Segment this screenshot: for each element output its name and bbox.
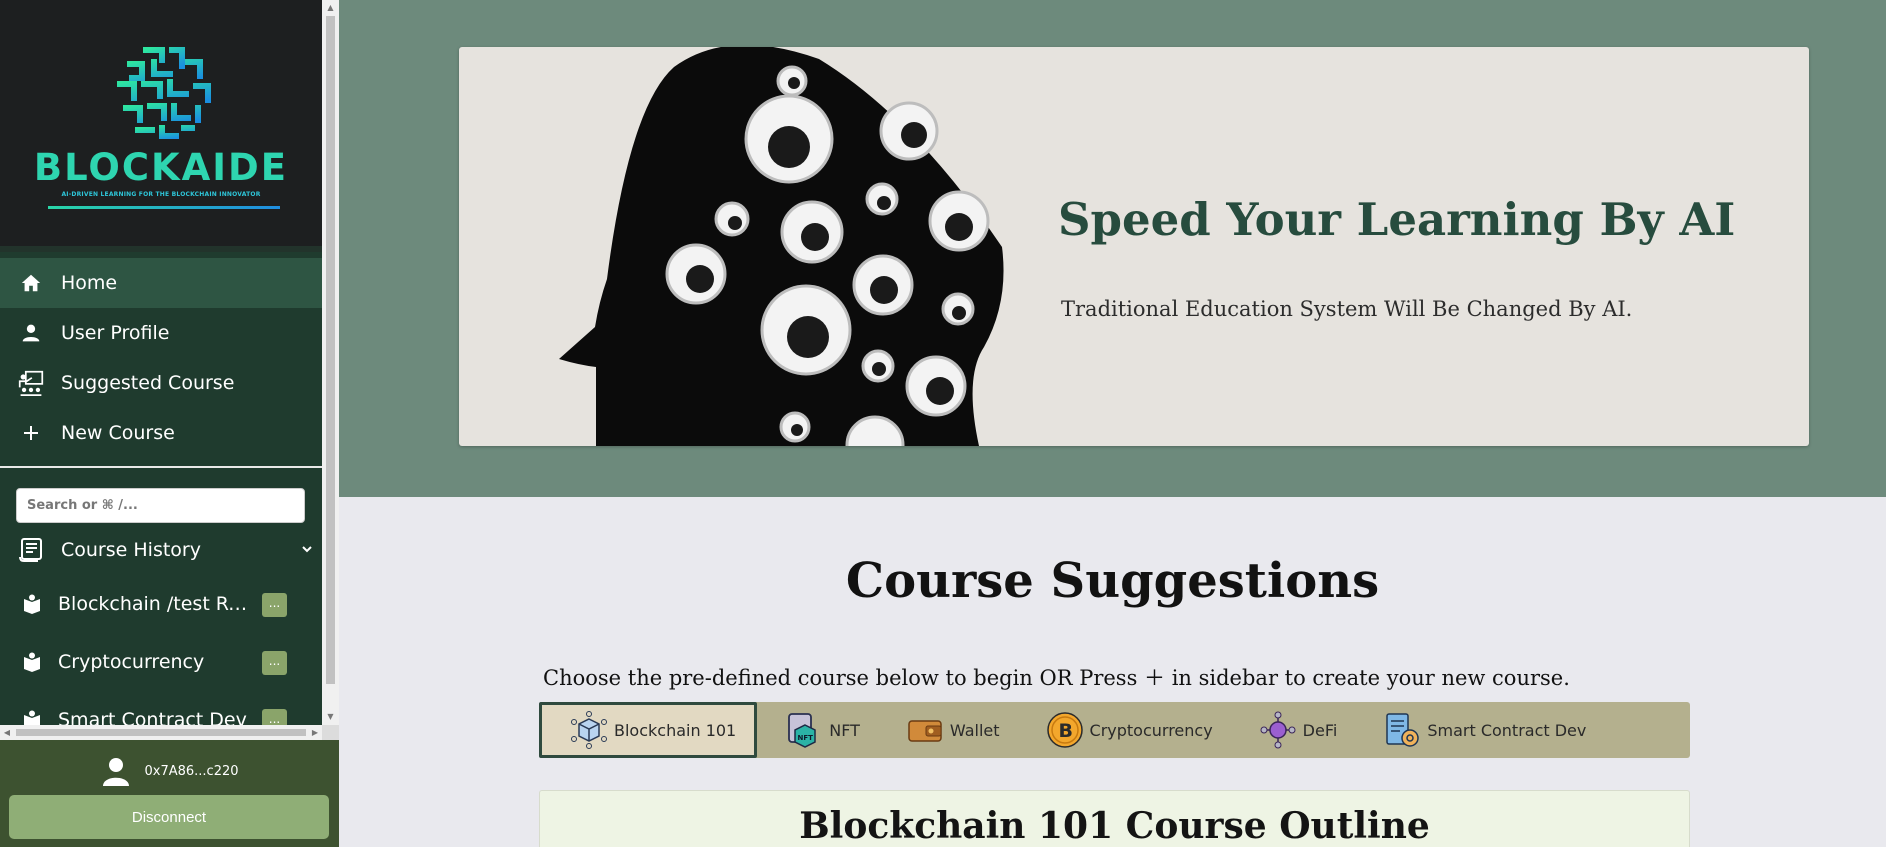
sidebar-item-label: Home <box>61 272 118 294</box>
tab-label: Wallet <box>949 720 1000 740</box>
disconnect-button[interactable]: Disconnect <box>9 795 329 839</box>
hero-section: Speed Your Learning By AI Traditional Ed… <box>339 0 1886 497</box>
svg-text:NFT: NFT <box>798 734 814 742</box>
hero-banner: Speed Your Learning By AI Traditional Ed… <box>459 47 1809 446</box>
history-item-menu-button[interactable]: ... <box>262 651 287 675</box>
sidebar-horizontal-scrollbar[interactable]: ◀ ▶ <box>0 725 322 740</box>
course-suggestions-title: Course Suggestions <box>845 553 1380 609</box>
history-item[interactable]: Blockchain /test Re... ... <box>0 575 322 633</box>
search-input[interactable] <box>17 489 304 522</box>
scrollbar-thumb[interactable] <box>326 16 335 684</box>
scrollbar-thumb[interactable] <box>16 729 306 736</box>
defi-icon <box>1260 711 1296 749</box>
smart-contract-icon <box>1386 713 1420 747</box>
hero-subtitle: Traditional Education System Will Be Cha… <box>1061 297 1633 321</box>
history-item[interactable]: Cryptocurrency ... <box>0 633 322 691</box>
svg-text:B: B <box>1058 720 1072 742</box>
scroll-down-arrow[interactable]: ▼ <box>322 709 339 725</box>
tab-defi[interactable]: DeFi <box>1231 702 1356 758</box>
sidebar-item-suggested-course[interactable]: Suggested Course <box>0 358 322 408</box>
sidebar: BLOCKAIDE AI-DRIVEN LEARNING FOR THE BLO… <box>0 0 339 847</box>
logo-underline <box>48 206 280 209</box>
teacher-icon <box>18 370 44 396</box>
logo-wordmark: BLOCKAIDE <box>33 146 289 189</box>
scroll-up-arrow[interactable]: ▲ <box>322 0 339 16</box>
tab-wallet[interactable]: Wallet <box>878 702 1018 758</box>
history-item-menu-button[interactable]: ... <box>262 593 287 617</box>
course-suggestions-description: Choose the pre-defined course below to b… <box>543 666 1570 690</box>
account-panel: 0x7A86...c220 Disconnect <box>0 740 339 847</box>
tab-cryptocurrency[interactable]: B Cryptocurrency <box>1018 702 1231 758</box>
history-item-label: Blockchain /test Re... <box>58 593 253 615</box>
course-tabs: Blockchain 101 NFT NFT Wallet B Cryptocu… <box>539 702 1690 758</box>
tab-smart-contract-dev[interactable]: Smart Contract Dev <box>1355 702 1604 758</box>
nft-icon: NFT <box>788 713 816 748</box>
sidebar-item-label: New Course <box>61 422 175 444</box>
search-box <box>16 488 305 523</box>
logo-area: BLOCKAIDE AI-DRIVEN LEARNING FOR THE BLO… <box>0 0 322 252</box>
scrollbar-corner <box>322 725 339 740</box>
sidebar-item-label: User Profile <box>61 322 170 344</box>
sidebar-item-new-course[interactable]: New Course <box>0 408 322 458</box>
sidebar-item-home[interactable]: Home <box>0 258 322 308</box>
head-googly-eyes-illustration <box>559 47 1004 446</box>
sidebar-vertical-scrollbar[interactable]: ▲ ▼ <box>322 0 339 725</box>
logo-tagline: AI-DRIVEN LEARNING FOR THE BLOCKCHAIN IN… <box>61 191 261 198</box>
tab-label: NFT <box>829 720 860 740</box>
course-outline-card: Blockchain 101 Course Outline <box>539 790 1690 847</box>
scroll-left-arrow[interactable]: ◀ <box>0 725 14 740</box>
wallet-address: 0x7A86...c220 <box>144 763 239 779</box>
tab-label: Smart Contract Dev <box>1427 720 1587 740</box>
home-icon <box>18 270 44 296</box>
tab-blockchain-101[interactable]: Blockchain 101 <box>539 702 758 758</box>
sidebar-divider <box>0 466 322 468</box>
blockchain-cube-icon <box>571 711 607 749</box>
sidebar-item-user-profile[interactable]: User Profile <box>0 308 322 358</box>
scroll-right-arrow[interactable]: ▶ <box>308 725 322 740</box>
course-history-toggle[interactable]: Course History <box>0 532 322 568</box>
user-icon <box>18 320 44 346</box>
course-history-label: Course History <box>61 539 201 561</box>
course-history-list: Blockchain /test Re... ... Cryptocurrenc… <box>0 575 322 740</box>
sidebar-nav: Home User Profile Suggested Course New C… <box>0 258 322 458</box>
course-outline-title: Blockchain 101 Course Outline <box>799 805 1430 847</box>
book-icon <box>24 594 40 614</box>
tab-label: DeFi <box>1302 720 1338 740</box>
scroll-icon <box>18 537 44 563</box>
user-avatar-icon <box>103 758 130 786</box>
account-row: 0x7A86...c220 <box>0 754 339 788</box>
chevron-down-icon <box>302 546 312 553</box>
book-icon <box>24 652 40 672</box>
sidebar-scroll-area: BLOCKAIDE AI-DRIVEN LEARNING FOR THE BLO… <box>0 0 339 740</box>
logo-icon <box>117 47 211 139</box>
sidebar-item-label: Suggested Course <box>61 372 235 394</box>
tab-label: Cryptocurrency <box>1089 720 1213 740</box>
wallet-icon <box>908 720 942 742</box>
history-item-label: Cryptocurrency <box>58 651 205 673</box>
plus-icon <box>18 420 44 446</box>
tab-nft[interactable]: NFT NFT <box>757 702 878 758</box>
tab-label: Blockchain 101 <box>614 720 737 740</box>
hero-title: Speed Your Learning By AI <box>1058 193 1736 246</box>
bitcoin-icon: B <box>1046 712 1083 748</box>
